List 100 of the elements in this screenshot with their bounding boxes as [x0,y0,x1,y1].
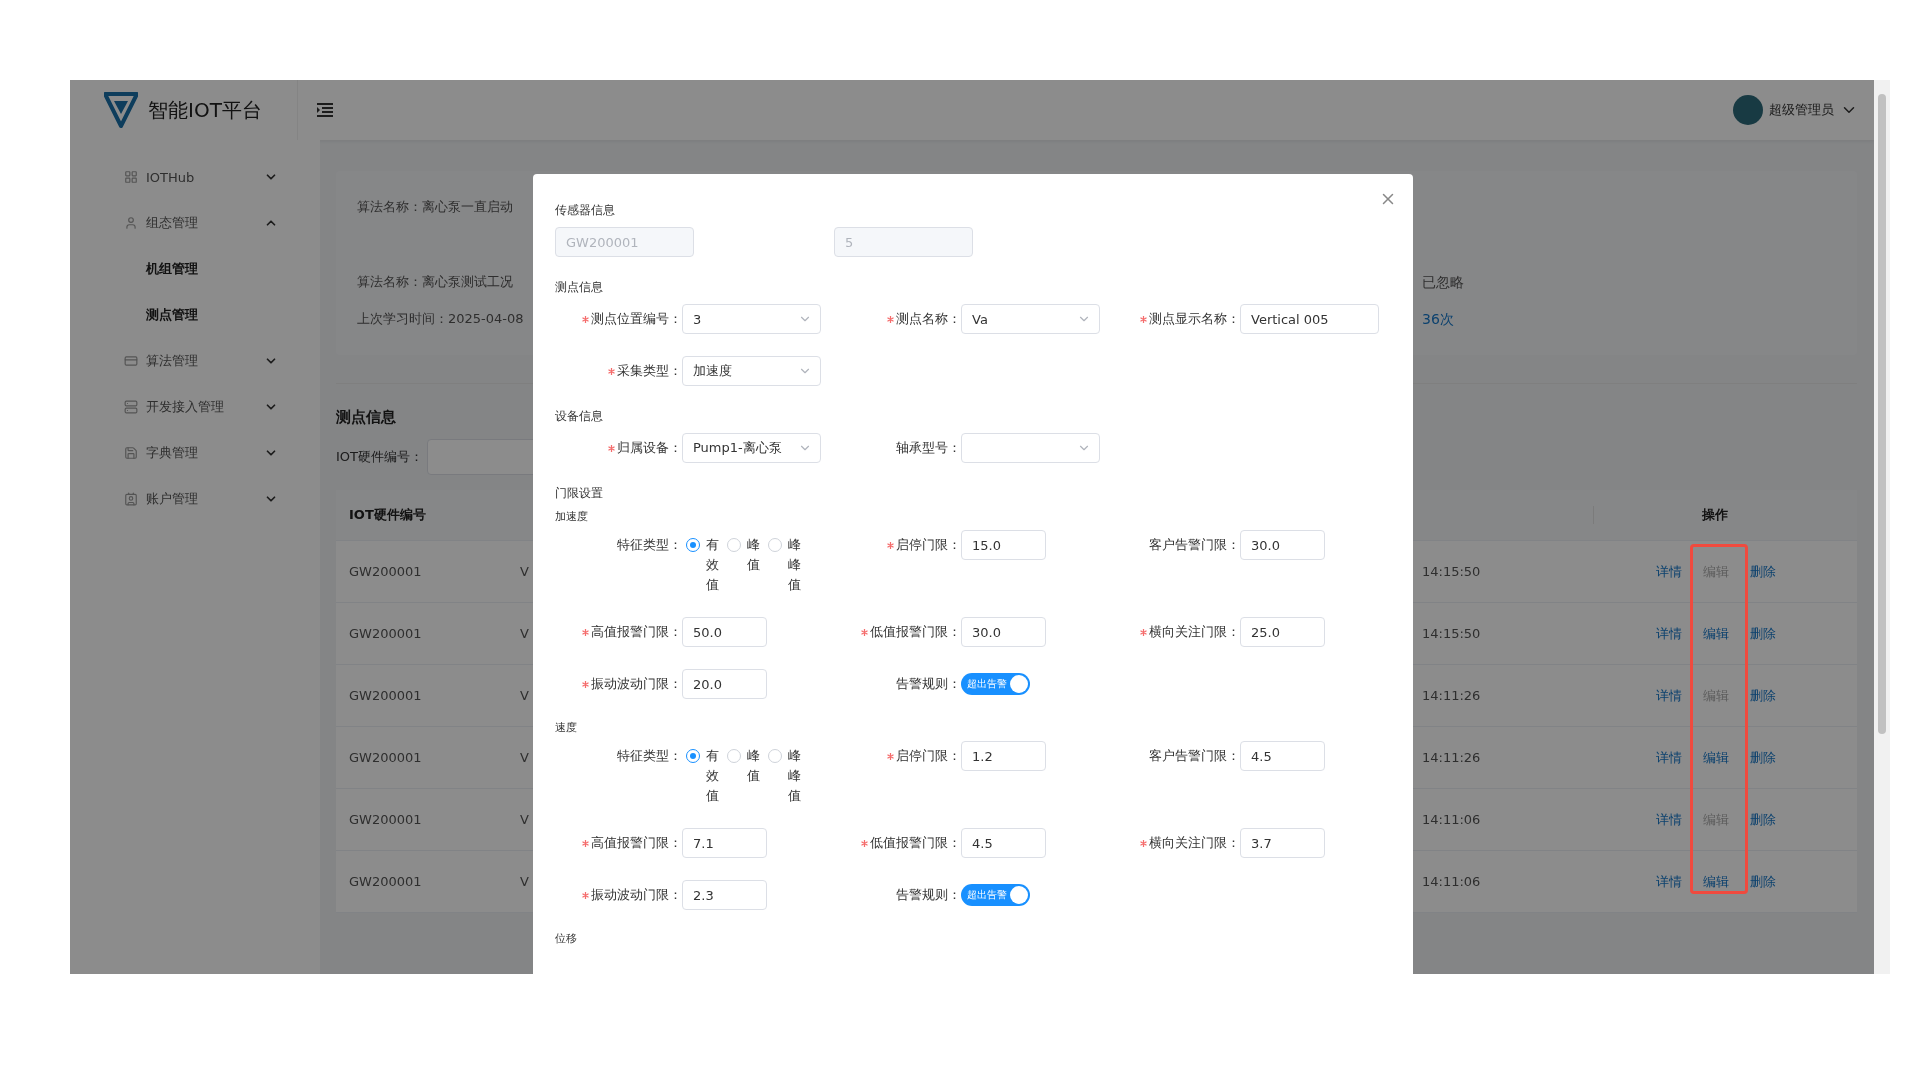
radio-option[interactable]: 峰峰值 [768,746,801,806]
server-icon [124,400,138,414]
input-field[interactable]: 7.1 [682,828,767,858]
table-cell: 14:15:50 [1422,564,1481,579]
scrollbar[interactable] [1874,80,1890,974]
card-icon [124,354,138,368]
table-cell: V [520,812,529,827]
column-header: 操作 [1593,506,1836,524]
field-label: 低值报警门限： [834,617,961,647]
sidebar-item[interactable]: 组态管理 [100,200,278,246]
sidebar-item[interactable]: 开发接入管理 [100,384,278,430]
input-field[interactable]: 3.7 [1240,828,1325,858]
field-label: 横向关注门限： [1113,617,1240,647]
input-field[interactable]: 2.3 [682,880,767,910]
table-cell: V [520,750,529,765]
input-field[interactable]: 20.0 [682,669,767,699]
person-icon [124,216,138,230]
action-link[interactable]: 详情 [1656,624,1682,643]
section-title: 测点信息 [555,279,604,295]
table-cell: 14:11:26 [1422,688,1481,703]
action-link[interactable]: 详情 [1656,872,1682,891]
field-label: 客户告警门限： [1148,536,1240,554]
radio-option[interactable]: 峰峰值 [768,535,801,595]
sidebar-subitem[interactable]: 机组管理 [100,246,278,292]
field-label: 采集类型： [555,356,682,386]
search-label: IOT硬件编号： [336,448,423,466]
action-link[interactable]: 编辑 [1703,872,1729,891]
table-cell: GW200001 [349,874,422,889]
field-label: 横向关注门限： [1113,828,1240,858]
action-link[interactable]: 删除 [1750,624,1776,643]
user-name[interactable]: 超级管理员 [1769,101,1834,119]
field-label: 告警规则： [895,675,961,693]
table-cell: 14:11:26 [1422,750,1481,765]
field-label: 归属设备： [555,433,682,463]
table-cell: 14:11:06 [1422,874,1481,889]
sidebar-item[interactable]: 账户管理 [100,476,278,522]
input-field[interactable]: 30.0 [961,617,1046,647]
table-cell: V [520,564,529,579]
field-label: 高值报警门限： [555,828,682,858]
table-cell: V [520,874,529,889]
section-title: 测点信息 [336,408,396,427]
contact-card-icon [124,492,138,506]
field-label: 告警规则： [895,886,961,904]
select-field[interactable] [961,433,1100,463]
input-field[interactable]: 30.0 [1240,530,1325,560]
app-title: 智能IOT平台 [148,96,262,124]
summary-text: 上次学习时间：2025-04-08 [357,310,524,328]
action-link[interactable]: 删除 [1750,872,1776,891]
input-field[interactable]: 15.0 [961,530,1046,560]
menu-icon[interactable] [316,102,334,118]
select-field[interactable]: 3 [682,304,821,334]
sidebar-item[interactable]: 字典管理 [100,430,278,476]
input-field[interactable]: 4.5 [961,828,1046,858]
action-link[interactable]: 删除 [1750,686,1776,705]
action-link[interactable]: 详情 [1656,810,1682,829]
user-avatar[interactable] [1733,95,1763,125]
table-cell: GW200001 [349,564,422,579]
input-field[interactable]: 1.2 [961,741,1046,771]
field-label: 客户告警门限： [1148,747,1240,765]
input-field[interactable]: 50.0 [682,617,767,647]
table-cell: GW200001 [349,688,422,703]
action-link[interactable]: 编辑 [1703,624,1729,643]
sidebar-subitem[interactable]: 测点管理 [100,292,278,338]
input-field[interactable]: 4.5 [1240,741,1325,771]
table-cell: 14:11:06 [1422,812,1481,827]
column-header: IOT硬件编号 [348,506,427,524]
radio-option[interactable]: 峰值 [727,535,760,595]
count-link[interactable]: 36次 [1422,309,1454,329]
field-label: 启停门限： [834,530,961,560]
action-link[interactable]: 删除 [1750,810,1776,829]
sidebar-item[interactable]: IOTHub [100,154,278,200]
table-cell: GW200001 [349,812,422,827]
toggle-switch[interactable]: 超出告警 [961,884,1030,906]
table-cell: 14:15:50 [1422,626,1481,641]
radio-option[interactable]: 有效值 [686,746,719,806]
table-cell: GW200001 [349,626,422,641]
group-title: 速度 [555,721,578,735]
field-label: 低值报警门限： [834,828,961,858]
table-cell: V [520,626,529,641]
action-link[interactable]: 删除 [1750,562,1776,581]
input-field[interactable]: 25.0 [1240,617,1325,647]
select-field[interactable]: Pump1-离心泵 [682,433,821,463]
select-field[interactable]: 加速度 [682,356,821,386]
logo-icon [104,92,138,128]
action-link[interactable]: 详情 [1656,748,1682,767]
toggle-switch[interactable]: 超出告警 [961,673,1030,695]
radio-option[interactable]: 有效值 [686,535,719,595]
action-link[interactable]: 删除 [1750,748,1776,767]
status-text: 已忽略 [1422,273,1464,292]
select-field[interactable]: Va [961,304,1100,334]
section-title: 设备信息 [555,408,604,424]
field-label: 启停门限： [834,741,961,771]
section-title: 传感器信息 [555,202,616,218]
action-link[interactable]: 详情 [1656,562,1682,581]
action-link[interactable]: 详情 [1656,686,1682,705]
sidebar-item[interactable]: 算法管理 [100,338,278,384]
input-field[interactable]: Vertical 005 [1240,304,1379,334]
radio-option[interactable]: 峰值 [727,746,760,806]
action-link[interactable]: 编辑 [1703,748,1729,767]
grid-icon [124,170,138,184]
